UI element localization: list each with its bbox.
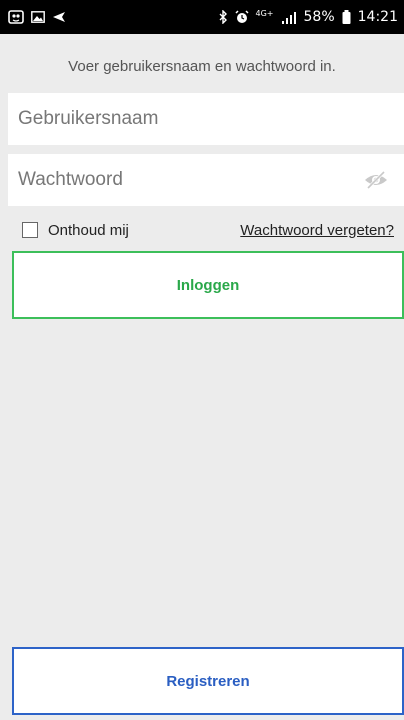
login-instruction: Voer gebruikersnaam en wachtwoord in. xyxy=(68,58,336,75)
status-bar: 4G+ 58% 14:21 xyxy=(0,0,404,34)
status-bar-left xyxy=(8,10,66,24)
register-button[interactable]: Registreren xyxy=(12,647,404,715)
status-bar-right: 4G+ 58% 14:21 xyxy=(219,9,398,25)
status-time: 14:21 xyxy=(357,9,398,25)
battery-icon xyxy=(342,10,351,24)
navigation-icon xyxy=(52,11,66,23)
username-field[interactable] xyxy=(8,93,404,145)
alarm-icon xyxy=(234,10,249,24)
notification-icon xyxy=(8,10,24,24)
password-input[interactable] xyxy=(18,169,348,191)
show-password-eye-off-icon[interactable] xyxy=(362,168,390,192)
image-icon xyxy=(31,11,45,23)
remember-row: Onthoud mij Wachtwoord vergeten? xyxy=(22,218,394,242)
signal-icon xyxy=(281,11,297,24)
bluetooth-icon xyxy=(219,10,228,24)
battery-percentage: 58% xyxy=(303,9,335,25)
remember-me-checkbox[interactable] xyxy=(22,222,38,238)
login-screen: 4G+ 58% 14:21 Voer gebruikersnaam en wac… xyxy=(0,0,404,720)
forgot-password-link[interactable]: Wachtwoord vergeten? xyxy=(240,222,394,239)
login-button[interactable]: Inloggen xyxy=(12,251,404,319)
remember-me-label[interactable]: Onthoud mij xyxy=(48,222,129,239)
password-field[interactable] xyxy=(8,154,404,206)
remember-me-toggle[interactable]: Onthoud mij xyxy=(22,222,129,239)
network-4g-icon: 4G+ xyxy=(255,9,274,18)
username-input[interactable] xyxy=(18,108,348,130)
